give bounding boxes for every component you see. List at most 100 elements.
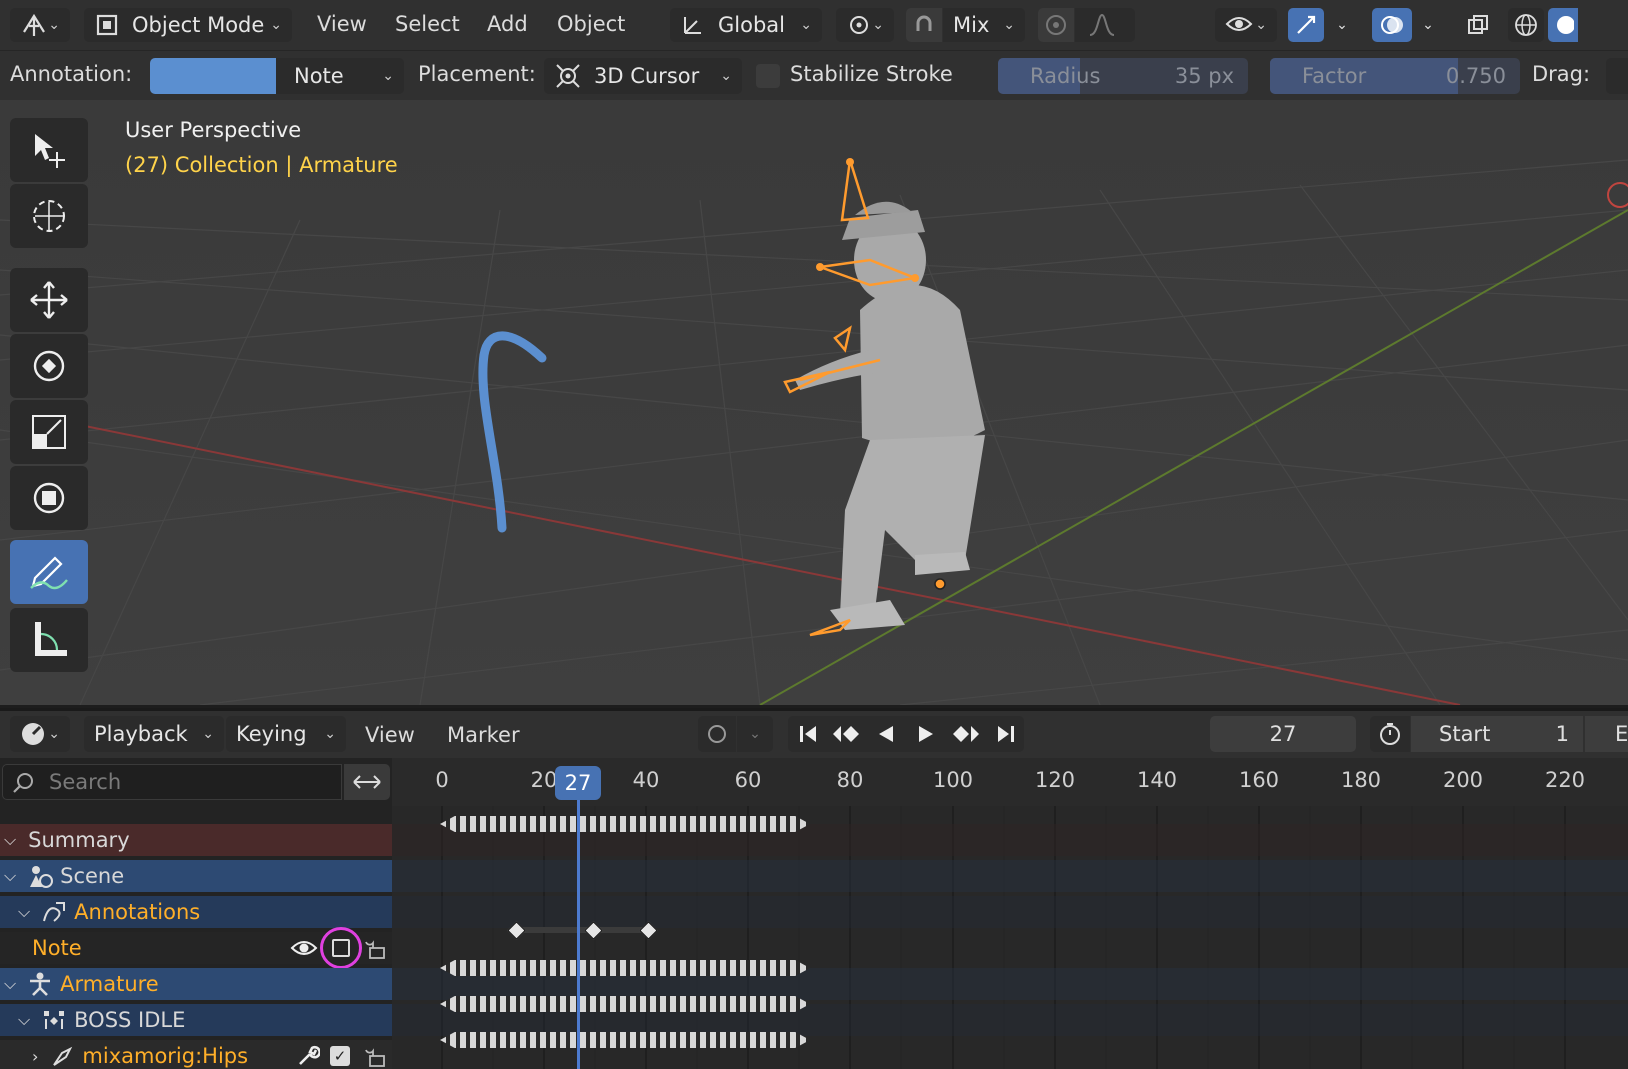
play-reverse-button[interactable]	[866, 716, 906, 752]
playhead-line	[577, 780, 580, 1069]
tool-transform[interactable]	[10, 466, 88, 530]
channel-scene-label: Scene	[60, 864, 125, 888]
snap-mode-dropdown[interactable]: Mix ⌄	[943, 8, 1025, 42]
gizmo-dropdown[interactable]: ⌄	[1328, 8, 1356, 42]
ruler-160: 160	[1238, 768, 1280, 792]
visibility-dropdown[interactable]: ⌄	[1215, 8, 1277, 42]
overlay-icon	[1381, 16, 1403, 34]
editor-type-dropdown[interactable]: ⌄	[10, 8, 70, 42]
falloff-dropdown[interactable]	[1075, 8, 1135, 42]
gizmo-toggle[interactable]	[1288, 8, 1324, 42]
placement-dropdown[interactable]: 3D Cursor ⌄	[544, 58, 742, 94]
tool-annotate[interactable]	[10, 540, 88, 604]
menu-object[interactable]: Object	[557, 12, 625, 36]
menu-select[interactable]: Select	[395, 12, 460, 36]
playhead-handle[interactable]: 27	[555, 766, 601, 800]
timeline-menu-view[interactable]: View	[365, 723, 415, 747]
channel-armature-label: Armature	[60, 972, 159, 996]
current-frame-field[interactable]: 27	[1210, 716, 1356, 752]
tool-select-box[interactable]	[10, 118, 88, 182]
xray-toggle[interactable]	[1460, 8, 1496, 42]
layer-checkbox[interactable]	[332, 939, 350, 957]
collapse-chevron-icon[interactable]: ⌵	[4, 974, 16, 994]
drag-dropdown[interactable]	[1606, 58, 1628, 94]
channel-action[interactable]: ⌵ BOSS IDLE	[0, 1004, 392, 1036]
select-cursor-icon	[35, 134, 65, 168]
jump-end-button[interactable]	[986, 716, 1026, 752]
3d-viewport[interactable]: User Perspective (27) Collection | Armat…	[0, 100, 1628, 705]
lock-open-icon[interactable]	[364, 1044, 388, 1068]
expand-chevron-icon[interactable]: ›	[32, 1047, 38, 1066]
next-keyframe-button[interactable]	[946, 716, 986, 752]
preview-range-toggle[interactable]	[1370, 716, 1410, 752]
collapse-chevron-icon[interactable]: ⌵	[4, 830, 16, 850]
tool-move[interactable]	[10, 268, 88, 332]
keying-menu[interactable]: Keying ⌄	[226, 716, 346, 752]
factor-slider[interactable]: Factor 0.750	[1270, 58, 1520, 94]
pivot-dropdown[interactable]: ⌄	[836, 8, 894, 42]
collapse-chevron-icon[interactable]: ⌵	[18, 1010, 30, 1030]
tool-cursor[interactable]	[10, 184, 88, 248]
summary-keyframes[interactable]	[440, 816, 810, 832]
record-icon	[708, 725, 726, 743]
hips-keyframes[interactable]	[440, 1032, 810, 1048]
channel-annotations[interactable]: ⌵ Annotations	[0, 896, 392, 928]
orientation-dropdown[interactable]: Global ⌄	[670, 8, 822, 42]
jump-end-icon	[998, 726, 1014, 742]
auto-keying-toggle[interactable]	[698, 716, 736, 752]
shading-solid[interactable]	[1548, 8, 1578, 42]
menu-add[interactable]: Add	[487, 12, 528, 36]
action-icon	[44, 1011, 65, 1029]
tool-settings-bar: Annotation: Note ⌄ Placement: 3D Cursor …	[0, 50, 1628, 100]
overlay-dropdown[interactable]: ⌄	[1414, 8, 1442, 42]
falloff-curve-icon	[1089, 13, 1115, 36]
prev-keyframe-button[interactable]	[826, 716, 866, 752]
channel-summary[interactable]: ⌵ Summary	[0, 824, 392, 856]
eye-icon[interactable]	[290, 936, 318, 960]
tool-scale[interactable]	[10, 400, 88, 464]
channel-note[interactable]: Note	[0, 927, 392, 969]
playback-menu[interactable]: Playback ⌄	[84, 716, 224, 752]
group-checkbox[interactable]: ✓	[330, 1046, 350, 1066]
collapse-chevron-icon[interactable]: ⌵	[4, 866, 16, 886]
rotate-icon	[33, 350, 65, 382]
menu-view[interactable]: View	[317, 12, 367, 36]
channel-search-input[interactable]: Search	[2, 764, 342, 800]
filter-toggle-button[interactable]	[344, 764, 390, 800]
channel-scene[interactable]: ⌵ Scene	[0, 860, 392, 892]
auto-keying-dropdown[interactable]: ⌄	[737, 716, 773, 752]
play-button[interactable]	[906, 716, 946, 752]
start-frame-field[interactable]: Start 1	[1411, 716, 1583, 752]
placement-label: Placement:	[418, 62, 536, 86]
radius-value: 35 px	[1174, 64, 1234, 88]
wrench-icon[interactable]	[296, 1044, 320, 1068]
channel-hips-label: mixamorig:Hips	[82, 1044, 249, 1068]
ruler-40: 40	[632, 768, 660, 792]
tool-measure[interactable]	[10, 608, 88, 672]
end-frame-field[interactable]: E	[1585, 716, 1628, 752]
armature-keyframes[interactable]	[440, 960, 810, 976]
overlay-toggle[interactable]	[1372, 8, 1412, 42]
stabilize-checkbox[interactable]	[756, 64, 780, 88]
jump-start-icon	[800, 726, 816, 742]
snap-toggle[interactable]	[906, 8, 942, 42]
channel-armature[interactable]: ⌵ Armature	[0, 968, 392, 1000]
timeline-menu-marker[interactable]: Marker	[447, 723, 520, 747]
jump-start-button[interactable]	[788, 716, 828, 752]
proportional-edit-toggle[interactable]	[1038, 8, 1074, 42]
tool-rotate[interactable]	[10, 334, 88, 398]
end-frame-label: E	[1615, 722, 1628, 746]
lock-open-icon[interactable]	[364, 936, 388, 960]
collapse-chevron-icon[interactable]: ⌵	[18, 902, 30, 922]
eye-pointer-icon	[1225, 17, 1253, 31]
action-keyframes[interactable]	[440, 996, 810, 1012]
ruler-0: 0	[435, 768, 449, 792]
scene-icon	[30, 866, 54, 888]
annotation-layer-dropdown[interactable]: Note ⌄	[276, 58, 404, 94]
radius-slider[interactable]: Radius 35 px	[998, 58, 1248, 94]
annotation-color-swatch[interactable]	[150, 58, 276, 94]
channel-hips[interactable]: › mixamorig:Hips ✓	[0, 1040, 392, 1069]
timeline-editor-type-dropdown[interactable]: ⌄	[10, 716, 70, 752]
mode-dropdown[interactable]: Object Mode ⌄	[84, 8, 292, 42]
shading-wireframe[interactable]	[1508, 8, 1544, 42]
